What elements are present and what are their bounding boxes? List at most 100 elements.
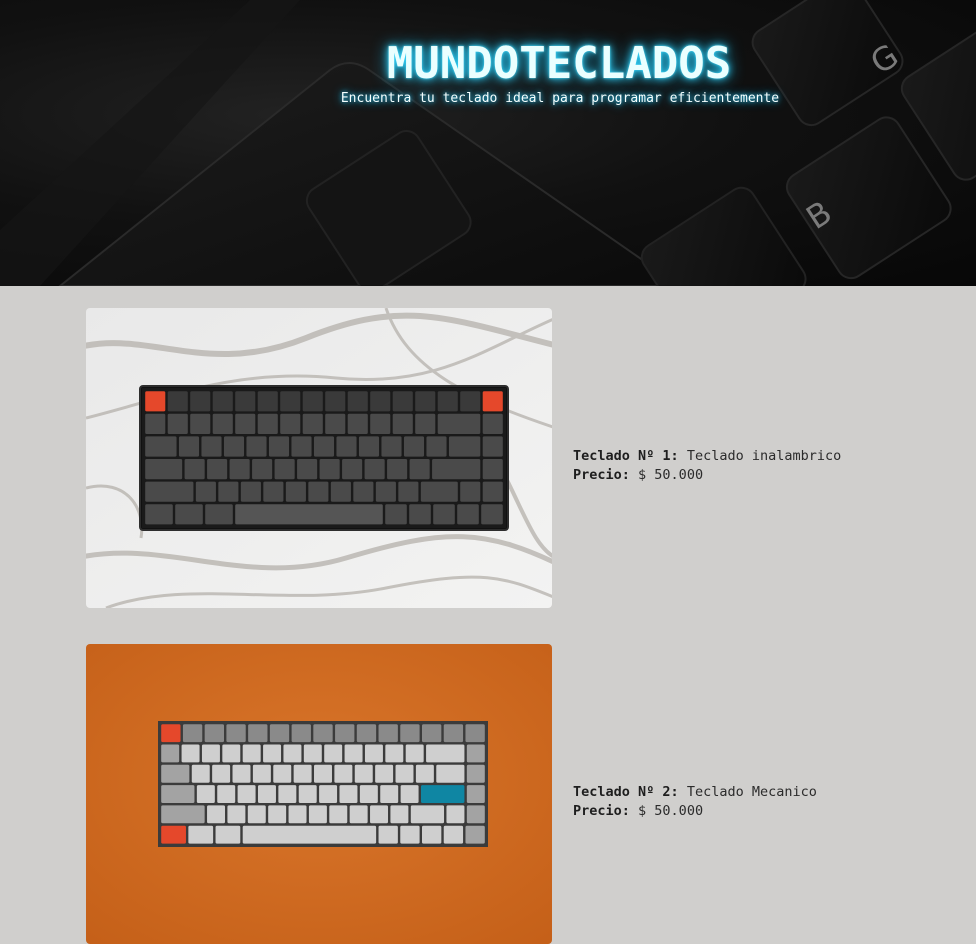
keycap [263,481,284,502]
keycap [314,764,332,783]
keycap [446,805,465,824]
keycap [293,764,312,783]
keycap [191,764,210,783]
keycap [400,785,419,803]
keycap [403,436,425,457]
keycap [400,825,420,844]
keycap [246,436,267,457]
keycap [347,413,368,434]
keycap [274,459,295,480]
product-info-1: Teclado Nº 1: Teclado inalambrico Precio… [573,447,841,485]
keycap [339,785,358,803]
keycap [247,805,266,824]
keycap [227,805,246,824]
keycap [161,805,205,824]
keycap [268,436,290,457]
site-title: MUNDOTECLADOS [386,38,732,89]
keycap [235,413,256,434]
keycap [356,724,377,743]
keycap [433,504,455,525]
keycap [370,413,391,434]
dark-keyboard-photo [86,308,552,608]
keycap [288,805,307,824]
product-number-label-1: Teclado Nº 1: [573,448,679,464]
keycap [415,391,436,412]
keycap [457,504,479,525]
keycap [145,481,194,502]
keycap [212,764,231,783]
keycap [237,785,256,803]
keycap [344,744,363,763]
keycap [392,413,413,434]
keycap [334,764,353,783]
keycap [422,825,442,844]
keycap [268,805,287,824]
keycap [319,459,340,480]
keycap [226,724,246,743]
keycap [229,459,250,480]
keycap [349,805,368,824]
keycap [252,764,271,783]
keycap [465,825,485,844]
keycap [329,805,348,824]
keycap [375,481,396,502]
keycap [145,436,177,457]
keycap [223,436,245,457]
keycap [387,459,408,480]
keycap [400,724,420,743]
keycap [481,504,503,525]
keycap [330,481,351,502]
keycap [240,481,261,502]
keycap [302,413,323,434]
keycap [378,825,398,844]
keycap [347,391,368,412]
keycap [207,805,226,824]
keycap [303,744,322,763]
keycap [235,504,383,525]
keycap [390,805,409,824]
keycap [161,744,180,763]
site-subtitle: Encuentra tu teclado ideal para programa… [340,91,780,106]
keycap [190,391,211,412]
keycap [325,391,346,412]
keycap [196,785,215,803]
keycap [205,504,233,525]
keycap [212,413,233,434]
keycap [285,481,306,502]
keycap [437,391,458,412]
keycap [325,413,346,434]
keycap [336,436,357,457]
keycap [482,391,503,412]
keycap [252,459,273,480]
keycap [482,459,503,480]
keycap [370,805,389,824]
keycap [161,764,190,783]
keycap [437,413,481,434]
keycap [181,744,200,763]
keycap [313,724,333,743]
keycap [188,825,214,844]
keycap [443,825,464,844]
keycap [298,785,317,803]
keycap [354,764,373,783]
keycap [385,744,404,763]
keycap [248,724,268,743]
keycap [415,764,434,783]
product-number-label-2: Teclado Nº 2: [573,784,679,800]
keycap [398,481,419,502]
keycap [217,785,236,803]
product-image-2 [86,644,552,944]
keycap [385,504,407,525]
keycap [207,459,228,480]
keycap [422,724,442,743]
keycap [381,436,402,457]
keycap [415,413,436,434]
keycap [448,436,481,457]
keycap [405,744,424,763]
keycap [232,764,251,783]
keycap [195,481,216,502]
keycap [364,744,383,763]
keycap [291,436,312,457]
keycap [482,481,503,502]
product-name-2: Teclado Mecanico [686,784,817,800]
